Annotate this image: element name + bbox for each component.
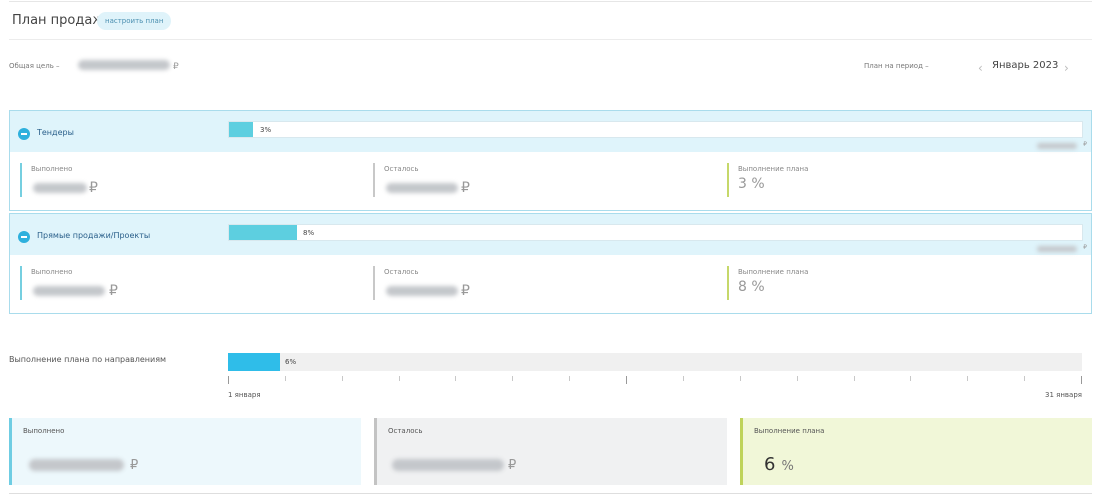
metric-left-label: Осталось (384, 165, 419, 173)
summary-done-card: Выполнено ₽ (9, 418, 361, 485)
axis-end-label: 31 января (1045, 391, 1082, 399)
metric-completion: Выполнение плана 8 % (727, 266, 808, 300)
summary-done-label: Выполнено (23, 427, 65, 435)
summary-completion-value: 6% (764, 454, 794, 475)
summary-left-blurred (392, 459, 504, 471)
section-direct-sales: Прямые продажи/Проекты 8% ₽ Выполнено ₽ … (9, 213, 1092, 314)
plan-currency: ₽ (1083, 141, 1087, 148)
axis-tick (626, 376, 627, 384)
axis-tick (1081, 376, 1082, 384)
axis-tick (285, 376, 286, 381)
metric-done-currency: ₽ (89, 180, 98, 196)
axis-tick (683, 376, 684, 381)
metric-completion: Выполнение плана 3 % (727, 163, 808, 197)
summary-completion-unit: % (781, 459, 794, 474)
sales-plan-widget: План продаж настроить план Общая цель – … (0, 0, 1102, 497)
axis-tick (228, 376, 229, 384)
metric-done-currency: ₽ (109, 283, 118, 299)
plan-value-blurred (1037, 143, 1077, 149)
top-divider (9, 1, 1092, 2)
plan-value-blurred (1037, 246, 1077, 252)
section-title: Тендеры (37, 128, 74, 137)
metric-left-currency: ₽ (461, 283, 470, 299)
metric-completion-label: Выполнение плана (738, 268, 809, 276)
metric-left-currency: ₽ (461, 180, 470, 196)
progress-bar: 3% (228, 121, 1083, 138)
progress-fill (229, 122, 253, 137)
progress-label: 3% (260, 126, 272, 134)
section-header: Тендеры 3% ₽ (10, 111, 1091, 152)
axis-tick (1024, 376, 1025, 381)
metric-left-blurred (386, 183, 458, 193)
axis-tick (455, 376, 456, 381)
bottom-divider (9, 493, 1092, 494)
progress-label: 8% (303, 229, 315, 237)
metric-done-blurred (33, 286, 105, 296)
metric-completion-value: 8 % (738, 279, 765, 295)
setup-plan-button[interactable]: настроить план (97, 12, 172, 30)
directions-progress-fill (228, 353, 280, 371)
axis-start-label: 1 января (228, 391, 261, 399)
metric-left: Осталось ₽ (373, 163, 470, 197)
section-tenders: Тендеры 3% ₽ Выполнено ₽ Осталось ₽ Выпо… (9, 110, 1092, 211)
axis-tick (854, 376, 855, 381)
summary-done-currency: ₽ (130, 458, 139, 473)
goal-value-blurred (78, 60, 170, 70)
axis-tick (512, 376, 513, 381)
header-divider (9, 39, 1092, 40)
section-title: Прямые продажи/Проекты (37, 231, 151, 240)
summary-completion-card: Выполнение плана 6% (740, 418, 1092, 485)
period-label: План на период – (864, 62, 929, 70)
chevron-left-icon[interactable]: ‹ (978, 62, 983, 74)
summary-left-label: Осталось (388, 427, 423, 435)
period-value: Январь 2023 (992, 60, 1059, 71)
metric-left-label: Осталось (384, 268, 419, 276)
axis-tick (569, 376, 570, 381)
axis-tick (797, 376, 798, 381)
summary-completion-label: Выполнение плана (754, 427, 825, 435)
axis-tick (399, 376, 400, 381)
progress-bar: 8% (228, 224, 1083, 241)
collapse-icon[interactable] (18, 231, 30, 243)
page-title: План продаж (12, 13, 105, 28)
metric-done-label: Выполнено (31, 268, 73, 276)
directions-progress-bar: 6% (228, 353, 1082, 371)
axis-tick (967, 376, 968, 381)
directions-progress-label: 6% (285, 358, 297, 366)
metric-left: Осталось ₽ (373, 266, 470, 300)
metric-completion-label: Выполнение плана (738, 165, 809, 173)
metric-done-label: Выполнено (31, 165, 73, 173)
axis-tick (740, 376, 741, 381)
collapse-icon[interactable] (18, 128, 30, 140)
chevron-right-icon[interactable]: › (1064, 62, 1069, 74)
month-axis (228, 376, 1082, 386)
metric-left-blurred (386, 286, 458, 296)
metric-done: Выполнено ₽ (20, 266, 118, 300)
progress-fill (229, 225, 297, 240)
summary-left-card: Осталось ₽ (374, 418, 727, 485)
metric-completion-value: 3 % (738, 176, 765, 192)
section-header: Прямые продажи/Проекты 8% ₽ (10, 214, 1091, 255)
summary-done-blurred (29, 459, 124, 471)
summary-completion-number: 6 (764, 454, 776, 475)
metric-done-blurred (33, 183, 87, 193)
goal-currency: ₽ (173, 62, 179, 72)
axis-tick (342, 376, 343, 381)
goal-label: Общая цель – (9, 62, 60, 70)
metric-done: Выполнено ₽ (20, 163, 98, 197)
directions-label: Выполнение плана по направлениям (9, 355, 167, 364)
summary-left-currency: ₽ (508, 458, 517, 473)
axis-tick (910, 376, 911, 381)
plan-currency: ₽ (1083, 244, 1087, 251)
